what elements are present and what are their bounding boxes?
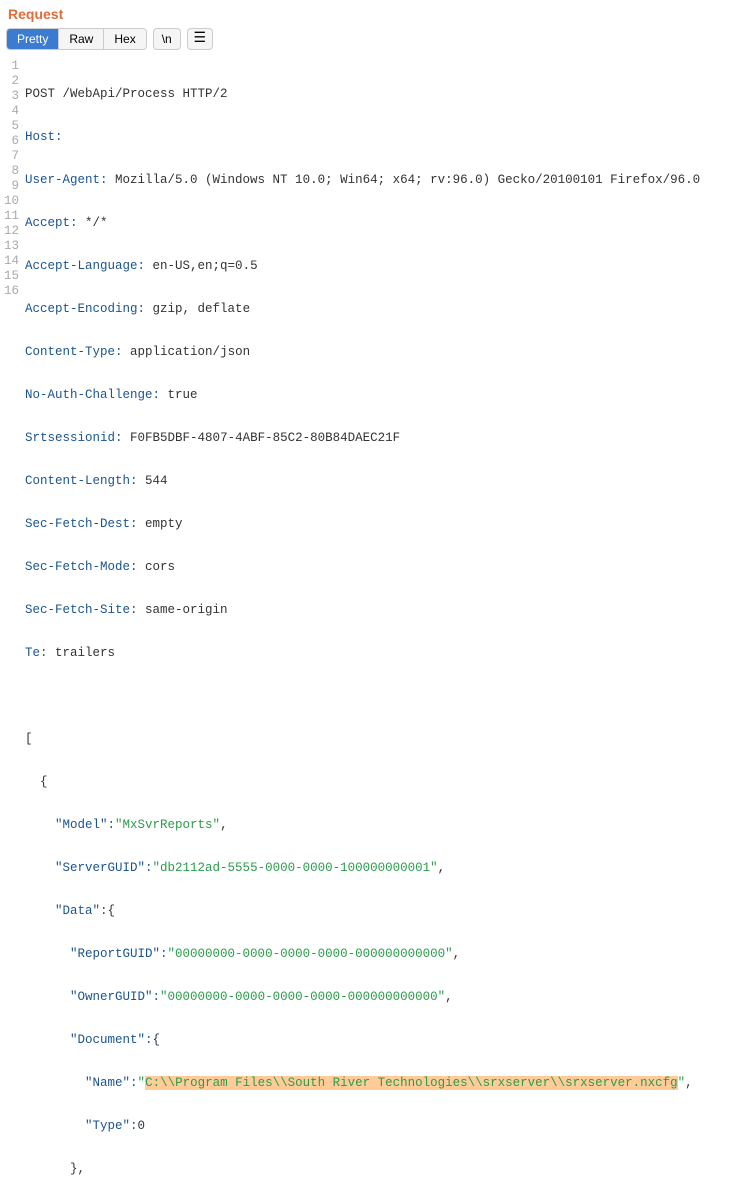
header-accept-language: Accept-Language: — [25, 259, 145, 273]
newline-toggle-button[interactable]: \n — [153, 28, 181, 50]
code-lines: POST /WebApi/Process HTTP/2 Host: User-A… — [25, 57, 752, 1190]
panel-title: Request — [0, 0, 752, 26]
json-close-brace: }, — [25, 1162, 85, 1176]
json-key-model: "Model": — [25, 818, 115, 832]
header-accept: Accept: — [25, 216, 78, 230]
json-key-reportguid: "ReportGUID": — [25, 947, 168, 961]
toolbar: Pretty Raw Hex \n ☰ — [0, 26, 752, 57]
code-viewer[interactable]: 1234 5678 9101112 13141516 POST /WebApi/… — [0, 57, 752, 1190]
body-array-open: [ — [25, 732, 33, 746]
header-sec-fetch-mode: Sec-Fetch-Mode: — [25, 560, 138, 574]
header-content-type: Content-Type: — [25, 345, 123, 359]
header-te: Te: — [25, 646, 48, 660]
header-accept-encoding: Accept-Encoding: — [25, 302, 145, 316]
tab-pretty[interactable]: Pretty — [7, 29, 59, 49]
header-srtsessionid: Srtsessionid: — [25, 431, 123, 445]
json-key-ownerguid: "OwnerGUID": — [25, 990, 160, 1004]
hamburger-icon[interactable]: ☰ — [187, 28, 213, 50]
highlighted-path-value: C:\\Program Files\\South River Technolog… — [145, 1076, 678, 1090]
view-tabs: Pretty Raw Hex — [6, 28, 147, 50]
tab-raw[interactable]: Raw — [59, 29, 104, 49]
header-user-agent: User-Agent: — [25, 173, 108, 187]
header-content-length: Content-Length: — [25, 474, 138, 488]
header-host: Host: — [25, 130, 63, 144]
body-object-open: { — [25, 775, 48, 789]
json-key-serverguid: "ServerGUID": — [25, 861, 153, 875]
tab-hex[interactable]: Hex — [104, 29, 145, 49]
request-line: POST /WebApi/Process HTTP/2 — [25, 87, 228, 101]
json-key-document: "Document": — [25, 1033, 153, 1047]
header-no-auth-challenge: No-Auth-Challenge: — [25, 388, 160, 402]
header-sec-fetch-site: Sec-Fetch-Site: — [25, 603, 138, 617]
line-gutter: 1234 5678 9101112 13141516 — [0, 57, 25, 1190]
json-key-data: "Data": — [25, 904, 108, 918]
header-sec-fetch-dest: Sec-Fetch-Dest: — [25, 517, 138, 531]
json-key-type: "Type": — [25, 1119, 138, 1133]
json-key-name: "Name": — [25, 1076, 138, 1090]
